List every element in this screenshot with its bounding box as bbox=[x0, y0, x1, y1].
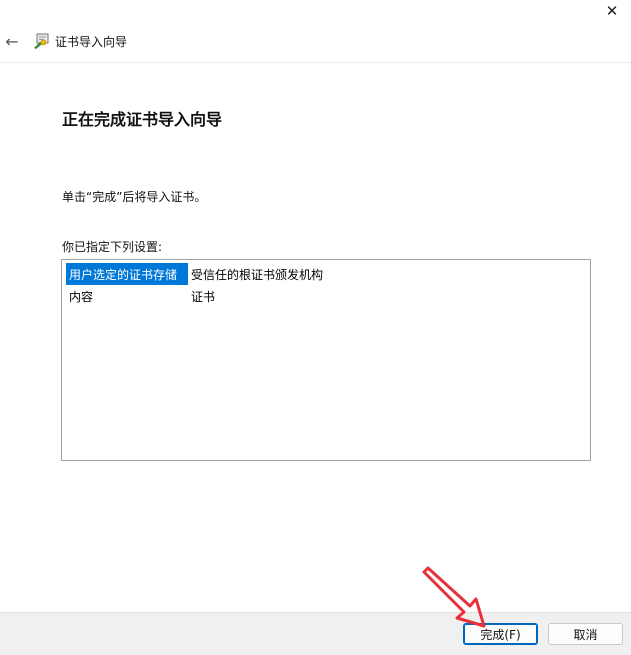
header-divider bbox=[0, 62, 631, 63]
close-button[interactable]: ✕ bbox=[601, 2, 623, 20]
settings-list[interactable]: 用户选定的证书存储 受信任的根证书颁发机构 内容 证书 bbox=[61, 259, 591, 461]
back-button[interactable]: ← bbox=[2, 31, 22, 51]
settings-value: 受信任的根证书颁发机构 bbox=[191, 267, 324, 282]
settings-label: 你已指定下列设置: bbox=[62, 240, 163, 254]
settings-value: 证书 bbox=[191, 289, 216, 304]
settings-key[interactable]: 用户选定的证书存储 bbox=[66, 263, 188, 285]
settings-table: 用户选定的证书存储 受信任的根证书颁发机构 内容 证书 bbox=[66, 263, 326, 307]
window-title: 证书导入向导 bbox=[55, 35, 128, 49]
settings-row[interactable]: 内容 证书 bbox=[66, 285, 326, 307]
back-arrow-icon: ← bbox=[5, 31, 19, 51]
settings-row[interactable]: 用户选定的证书存储 受信任的根证书颁发机构 bbox=[66, 263, 326, 285]
title-bar: ✕ ← 证书导入向导 bbox=[0, 0, 631, 64]
page-title: 正在完成证书导入向导 bbox=[62, 110, 223, 129]
annotation-arrow bbox=[422, 566, 486, 628]
settings-key[interactable]: 内容 bbox=[66, 285, 188, 307]
close-icon: ✕ bbox=[605, 2, 619, 20]
cancel-button[interactable]: 取消 bbox=[548, 623, 623, 645]
certificate-icon bbox=[34, 33, 49, 49]
instruction-text: 单击“完成”后将导入证书。 bbox=[62, 190, 207, 204]
